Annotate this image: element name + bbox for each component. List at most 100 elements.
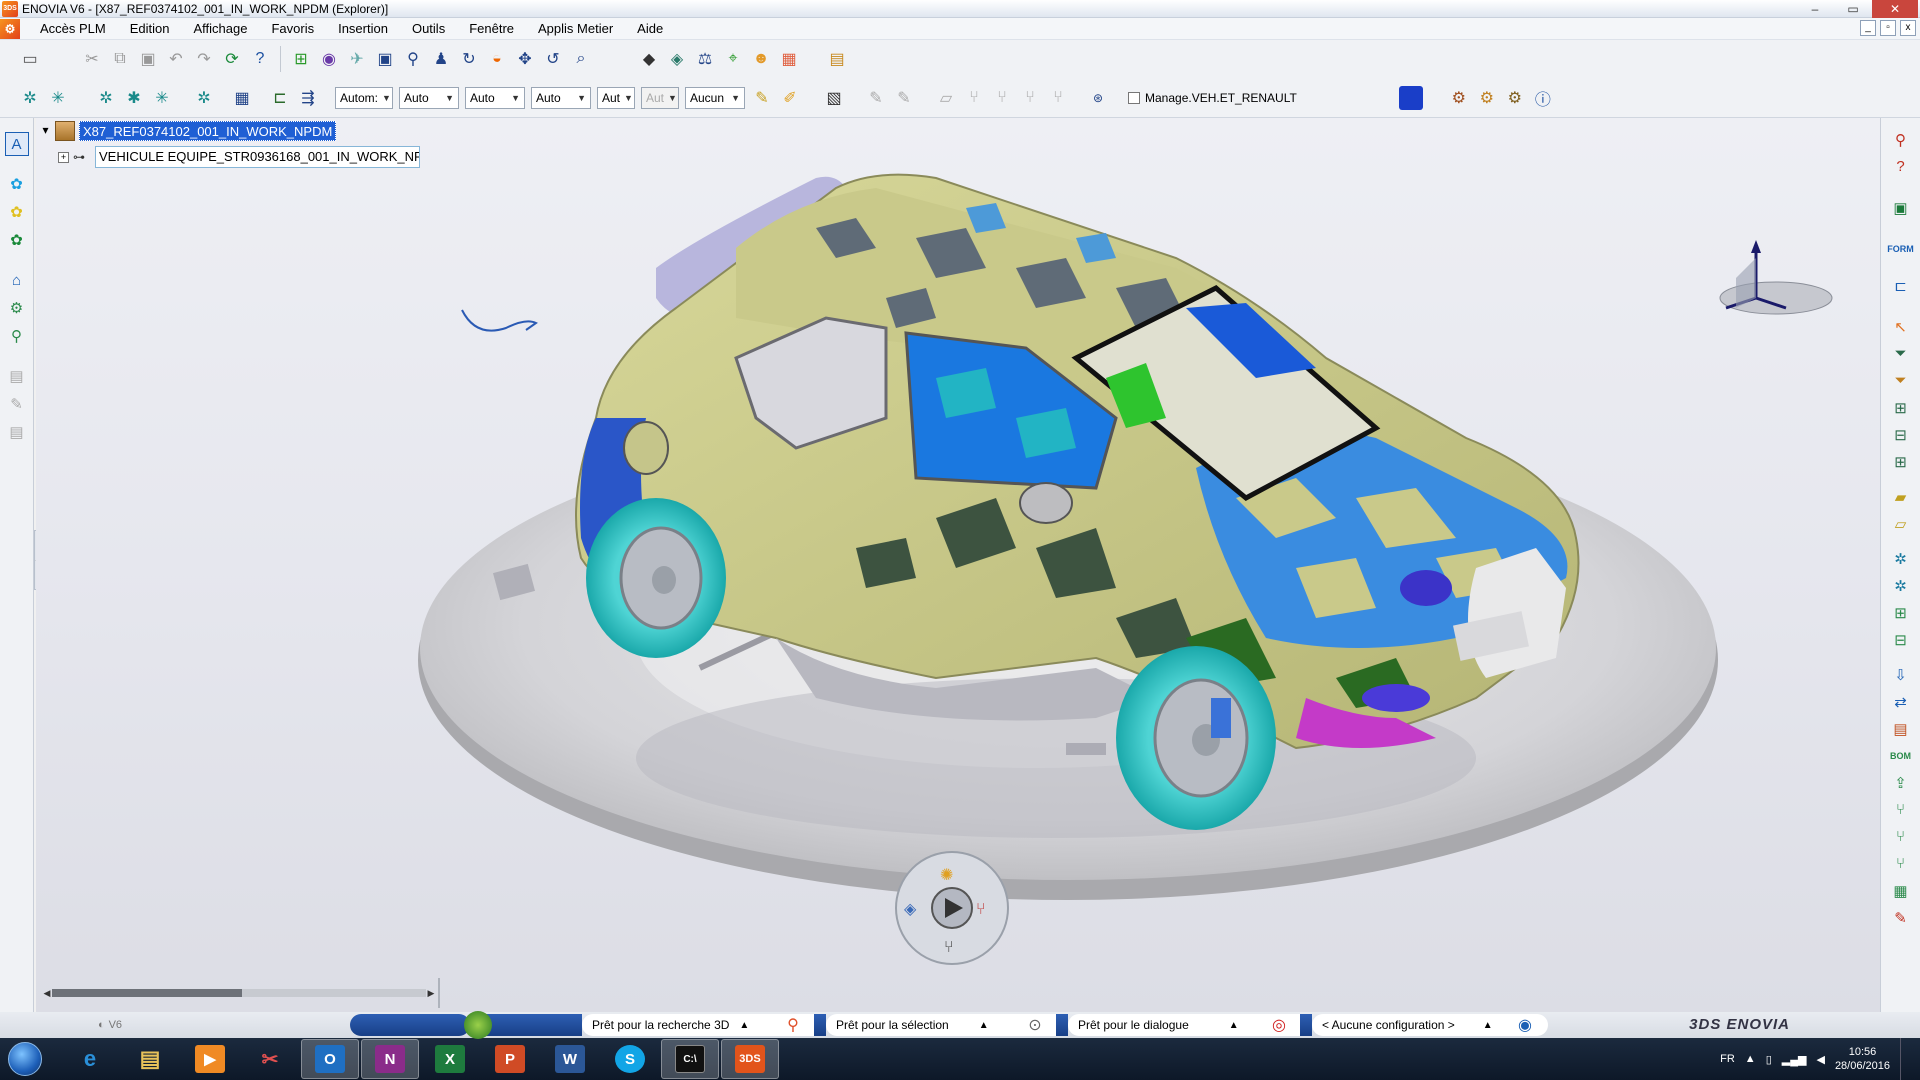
tree-horizontal-scrollbar[interactable]: ◀ ▶ — [42, 986, 436, 1000]
taskbar-app-file-explorer[interactable]: ▤ — [121, 1039, 179, 1079]
navigation-widget[interactable]: ✺ ⑂ ◈ ⑂ — [895, 851, 1009, 965]
tree-collapse-icon[interactable]: ▾ — [40, 124, 51, 137]
menu-fenetre[interactable]: Fenêtre — [457, 18, 526, 40]
library-icon[interactable]: ⌂ — [5, 268, 29, 292]
links3-icon[interactable]: ⑂ — [1888, 851, 1914, 876]
rotate-icon[interactable]: ↻ — [457, 47, 481, 71]
structure3-icon[interactable]: ⊞ — [1888, 449, 1914, 474]
doc-restore-button[interactable]: ▫ — [1880, 20, 1896, 36]
transfer-icon[interactable]: ⇄ — [1888, 689, 1914, 714]
caret-up-icon[interactable]: ▲ — [739, 1020, 749, 1031]
shading-icon[interactable]: ◆ — [637, 47, 661, 71]
turn-head-icon[interactable]: ↺ — [541, 47, 565, 71]
expand-all-icon[interactable]: ✱ — [122, 86, 146, 110]
close-button[interactable]: ✕ — [1872, 0, 1918, 18]
folder-icon[interactable]: ▰ — [1888, 484, 1914, 509]
structure2-icon[interactable]: ⊟ — [1888, 422, 1914, 447]
report-icon[interactable]: ▤ — [1888, 716, 1914, 741]
pan-icon[interactable]: ✥ — [513, 47, 537, 71]
menu-favoris[interactable]: Favoris — [259, 18, 326, 40]
menu-aide[interactable]: Aide — [625, 18, 675, 40]
tree-child-row[interactable]: + ⊶ VEHICULE EQUIPE_STR0936168_001_IN_WO… — [58, 146, 420, 168]
person-icon[interactable]: ♟ — [429, 47, 453, 71]
show-desktop-button[interactable] — [1900, 1038, 1910, 1080]
help-icon[interactable]: ? — [1888, 154, 1914, 179]
brush-tool-icon[interactable]: ✎ — [1888, 905, 1914, 930]
taskbar-app-powerpoint[interactable]: P — [481, 1039, 539, 1079]
cut-icon[interactable]: ✂ — [80, 47, 104, 71]
filter-edit-icon[interactable]: ⏷ — [1888, 368, 1914, 393]
auto-select-1[interactable]: Auto ▼ — [399, 86, 459, 109]
pointer-icon[interactable]: ↖ — [1888, 314, 1914, 339]
menu-applis-metier[interactable]: Applis Metier — [526, 18, 625, 40]
navigate-icon[interactable]: ✿ — [5, 228, 29, 252]
assembly-icon[interactable]: ⚙ — [1475, 86, 1499, 110]
search-3d-icon[interactable]: ✿ — [5, 172, 29, 196]
restore-button[interactable]: ▭ — [1834, 0, 1872, 18]
calendar-icon[interactable]: ▦ — [1888, 878, 1914, 903]
taskbar-app-outlook[interactable]: O — [301, 1039, 359, 1079]
save-icon[interactable]: ▣ — [1888, 195, 1914, 220]
copy-icon[interactable]: ⧉ — [108, 47, 132, 71]
scroll-left-icon[interactable]: ◀ — [42, 988, 52, 999]
structure-icon[interactable]: ⊞ — [1888, 395, 1914, 420]
package-icon[interactable]: ▤ — [825, 47, 849, 71]
walk-icon[interactable]: ⚲ — [401, 47, 425, 71]
share-icon[interactable]: ⚲ — [5, 324, 29, 348]
download-icon[interactable]: ⇩ — [1888, 662, 1914, 687]
3d-scene[interactable]: ✺ ⑂ ◈ ⑂ — [36, 118, 1880, 1012]
atc-icon[interactable]: ⊛ — [1086, 86, 1110, 110]
tree-nav-icon[interactable]: ⑂ — [976, 901, 986, 918]
compass-nav-icon[interactable]: ◈ — [904, 901, 917, 918]
config-tool-icon[interactable]: ◉ — [1518, 1015, 1532, 1035]
taskbar-app-excel[interactable]: X — [421, 1039, 479, 1079]
automatic-select[interactable]: Autom: ▼ — [335, 86, 393, 109]
configure-icon[interactable]: ⚙ — [5, 296, 29, 320]
expand-tree-icon[interactable]: ✲ — [18, 86, 42, 110]
auto-select-3[interactable]: Auto ▼ — [531, 86, 591, 109]
people-icon[interactable]: ✺ — [940, 867, 953, 884]
properties-icon[interactable]: ▦ — [230, 86, 254, 110]
filter-level-icon[interactable]: ✳ — [150, 86, 174, 110]
minimize-button[interactable]: – — [1796, 0, 1834, 18]
blue-square-icon[interactable]: ■ — [1398, 85, 1423, 110]
shading-edges-icon[interactable]: ◈ — [665, 47, 689, 71]
scroll-right-icon[interactable]: ▶ — [426, 988, 436, 999]
show-hidden-icons-icon[interactable]: ▲ — [1745, 1053, 1756, 1065]
config-status-field[interactable]: < Aucune configuration > ▲ — [1312, 1014, 1502, 1036]
select-tool-icon[interactable]: A — [4, 132, 29, 156]
taskbar-app-word[interactable]: W — [541, 1039, 599, 1079]
settings2-icon[interactable]: ✲ — [1888, 573, 1914, 598]
undo-icon[interactable]: ↶ — [164, 47, 188, 71]
user-icon[interactable]: ☻ — [749, 47, 773, 71]
tree-root-row[interactable]: ▾ X87_REF0374102_001_IN_WORK_NPDM — [40, 120, 337, 142]
load-icon[interactable]: ✲ — [192, 86, 216, 110]
menu-acces-plm[interactable]: Accès PLM — [28, 18, 118, 40]
fly-mode-icon[interactable]: ✈ — [345, 47, 369, 71]
new-document-icon[interactable]: ▭ — [18, 47, 42, 71]
clock[interactable]: 10:56 28/06/2016 — [1835, 1045, 1890, 1073]
view-mode-icon[interactable]: ▣ — [373, 47, 397, 71]
paste-icon[interactable]: ▣ — [136, 47, 160, 71]
taskbar-app-internet-explorer[interactable]: e — [61, 1039, 119, 1079]
eraser-icon[interactable]: ✐ — [778, 86, 802, 110]
snapshot-icon[interactable]: ▧ — [822, 86, 846, 110]
search-icon[interactable]: ⚲ — [1888, 127, 1914, 152]
dialog-tool-icon[interactable]: ◎ — [1272, 1015, 1286, 1035]
taskbar-app-media-player[interactable]: ▶ — [181, 1039, 239, 1079]
network-icon[interactable]: ⊞ — [1888, 600, 1914, 625]
links2-icon[interactable]: ⑂ — [1888, 824, 1914, 849]
info-icon[interactable]: ⓘ — [1531, 86, 1555, 110]
network-signal-icon[interactable]: ▂▄▆ — [1782, 1053, 1807, 1066]
caret-up-icon[interactable]: ▲ — [1483, 1020, 1493, 1031]
document-menu-icon[interactable]: ⚙ — [0, 18, 20, 39]
brush-icon[interactable]: ✎ — [750, 86, 774, 110]
search-tool-icon[interactable]: ⚲ — [787, 1015, 799, 1035]
zoom-icon[interactable]: ⌕ — [569, 47, 593, 71]
caret-up-icon[interactable]: ▲ — [1229, 1020, 1239, 1031]
3d-viewport[interactable]: ✺ ⑂ ◈ ⑂ ▾ X87_REF0374102_001_IN_WORK_NPD… — [36, 118, 1880, 1012]
tree-structure-icon[interactable]: ⊏ — [268, 86, 292, 110]
taskbar-app-snipping-tool[interactable]: ✂ — [241, 1039, 299, 1079]
taskbar-app-skype[interactable]: S — [601, 1039, 659, 1079]
taskbar-app-command-prompt[interactable]: C:\ — [661, 1039, 719, 1079]
